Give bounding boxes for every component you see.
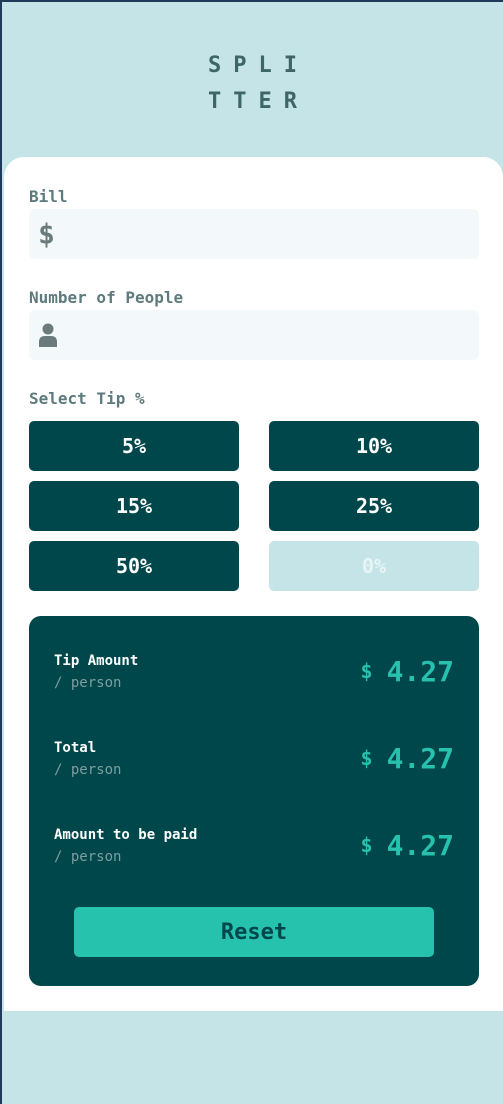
amount-paid-title: Amount to be paid [54, 827, 198, 843]
amount-paid-row: Amount to be paid / person $4.27 [54, 827, 454, 871]
currency-symbol: $ [360, 833, 373, 857]
tip-amount-value: $4.27 [361, 655, 454, 688]
dollar-icon: $ [38, 217, 55, 251]
bill-input[interactable]: $ [29, 209, 479, 259]
person-icon [38, 323, 58, 347]
currency-symbol: $ [360, 659, 373, 683]
total-row: Total / person $4.27 [54, 740, 454, 784]
calculator-card: Bill $ Number of People Select Tip % 5% … [4, 157, 503, 1011]
tip-amount-row: Tip Amount / person $4.27 [54, 653, 454, 697]
tip-button-25[interactable]: 25% [269, 481, 479, 531]
total-number: 4.27 [386, 742, 454, 775]
total-sub: / person [54, 762, 122, 778]
logo-line-2: TTER [208, 89, 309, 114]
amount-paid-sub: / person [54, 849, 122, 865]
logo-line-1: SPLI [208, 53, 309, 78]
app-logo: SPLI TTER [2, 48, 503, 120]
tip-button-5[interactable]: 5% [29, 421, 239, 471]
total-value: $4.27 [361, 742, 454, 775]
tip-button-10[interactable]: 10% [269, 421, 479, 471]
tip-amount-number: 4.27 [386, 655, 454, 688]
currency-symbol: $ [360, 746, 373, 770]
reset-button[interactable]: Reset [74, 907, 434, 957]
tip-amount-sub: / person [54, 675, 122, 691]
tip-button-50[interactable]: 50% [29, 541, 239, 591]
amount-paid-value: $4.27 [361, 829, 454, 862]
tip-label: Select Tip % [29, 389, 145, 408]
total-title: Total [54, 740, 97, 756]
tip-amount-title: Tip Amount [54, 653, 139, 669]
bill-label: Bill [29, 187, 68, 206]
people-label: Number of People [29, 288, 184, 307]
custom-tip-input[interactable]: 0% [269, 541, 479, 591]
results-panel: Tip Amount / person $4.27 Total / person… [29, 616, 479, 986]
people-input[interactable] [29, 310, 479, 360]
amount-paid-number: 4.27 [386, 829, 454, 862]
tip-button-15[interactable]: 15% [29, 481, 239, 531]
